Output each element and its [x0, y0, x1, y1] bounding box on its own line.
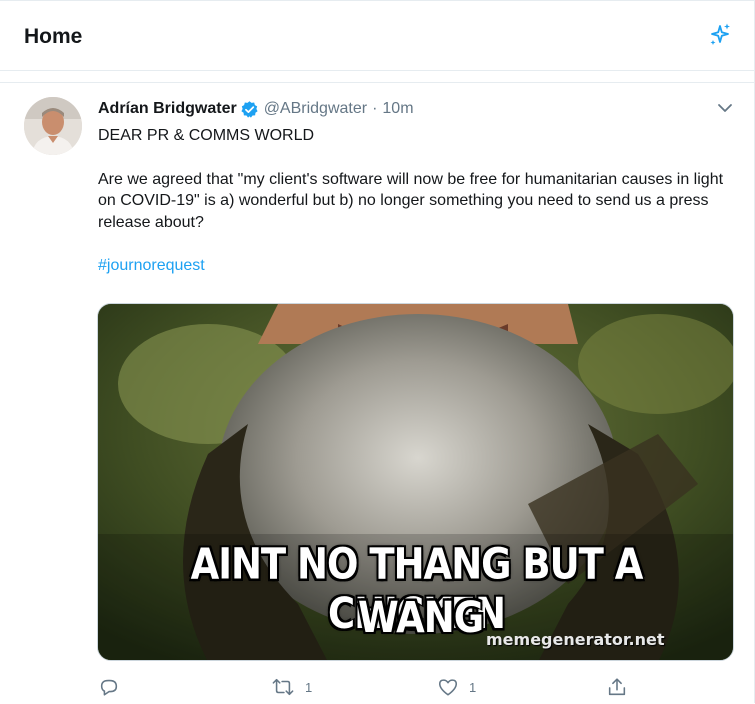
tweet-text-paragraph: Are we agreed that "my client's software…: [98, 170, 724, 231]
display-name[interactable]: Adrían Bridgwater: [98, 100, 237, 118]
user-handle[interactable]: @ABridgwater: [264, 100, 367, 118]
share-icon: [608, 678, 626, 696]
avatar[interactable]: [24, 97, 82, 155]
like-count: 1: [469, 679, 477, 695]
meta-separator: ·: [372, 100, 378, 117]
timeline-header: Home: [0, 1, 754, 71]
like-button[interactable]: 1: [437, 675, 476, 699]
retweet-count: 1: [305, 679, 313, 695]
chevron-down-icon: [718, 104, 732, 112]
hashtag-link[interactable]: #journorequest: [98, 257, 205, 274]
page-title: Home: [24, 25, 83, 48]
tweet-timestamp[interactable]: 10m: [382, 100, 413, 118]
retweet-button[interactable]: 1: [271, 675, 312, 699]
compose-divider: [0, 71, 754, 83]
tweet-actions: 1 1: [98, 675, 638, 699]
reply-icon: [100, 679, 118, 696]
sparkle-icon: [710, 23, 730, 45]
heart-icon: [438, 679, 458, 696]
meme-caption-bottom: WANG: [358, 592, 484, 643]
retweet-icon: [272, 678, 294, 696]
reply-button[interactable]: [98, 675, 130, 699]
tweet-text: DEAR PR & COMMS WORLD Are we agreed that…: [98, 125, 743, 277]
tweet-media-image[interactable]: AINT NO THANG BUT A CHICKEN WANG memegen…: [97, 303, 734, 661]
share-button[interactable]: [606, 675, 628, 699]
top-tweets-button[interactable]: [703, 18, 737, 52]
verified-badge-icon: [240, 100, 259, 119]
tweet-header: Adrían Bridgwater @ABridgwater · 10m: [98, 99, 414, 119]
tweet[interactable]: Adrían Bridgwater @ABridgwater · 10m DEA…: [0, 83, 754, 704]
tweet-text-line: DEAR PR & COMMS WORLD: [98, 127, 315, 144]
tweet-more-button[interactable]: [712, 97, 738, 119]
timeline-column: Home Adrían Bridgwater @ABridgwater · 10…: [0, 0, 755, 703]
meme-watermark: memegenerator.net: [486, 630, 665, 649]
